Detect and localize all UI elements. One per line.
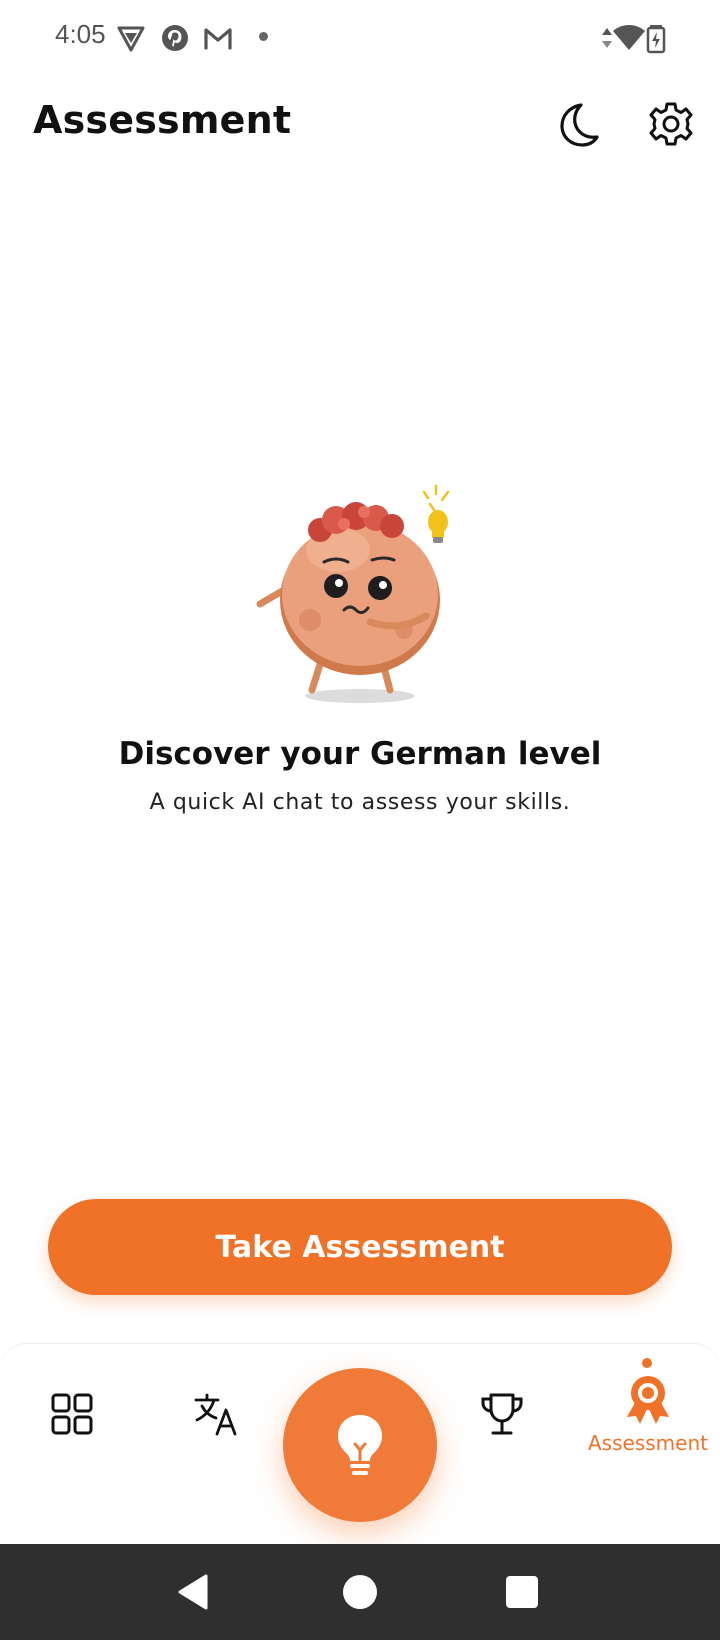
nav-label-assessment: Assessment — [588, 1431, 708, 1455]
lightbulb-icon — [338, 1415, 382, 1475]
wifi-icon — [613, 25, 645, 50]
gmail-icon — [204, 28, 232, 50]
battery-charging-icon — [646, 25, 666, 54]
back-icon[interactable] — [174, 1572, 214, 1612]
notification-dot-icon — [259, 32, 268, 41]
page-title: Assessment — [33, 98, 292, 142]
dark-mode-button[interactable] — [548, 96, 604, 152]
app-bar: Assessment — [0, 76, 720, 172]
vpn-shield-icon — [117, 26, 145, 52]
moon-icon — [560, 103, 599, 147]
settings-button[interactable] — [643, 96, 699, 152]
headline: Discover your German level — [118, 736, 602, 772]
status-bar: 4:05 — [0, 0, 720, 76]
pinterest-icon — [162, 25, 188, 51]
grid-icon — [51, 1393, 93, 1435]
nav-item-home[interactable] — [32, 1344, 112, 1484]
mascot-thinking-icon — [256, 484, 450, 703]
translate-icon — [194, 1393, 237, 1436]
nav-item-learn[interactable] — [283, 1368, 437, 1522]
nav-item-translate[interactable] — [176, 1344, 256, 1484]
recents-icon[interactable] — [502, 1572, 542, 1612]
award-badge-icon — [627, 1376, 669, 1424]
nav-item-achievements[interactable] — [462, 1344, 542, 1484]
gear-icon — [649, 102, 693, 146]
bottom-nav: Assessment — [0, 1343, 720, 1543]
home-icon[interactable] — [340, 1572, 380, 1612]
subtitle: A quick AI chat to assess your skills. — [149, 790, 571, 815]
system-nav-bar — [0, 1544, 720, 1640]
status-time: 4:05 — [55, 19, 106, 49]
nav-item-assessment[interactable]: Assessment — [580, 1344, 716, 1484]
trophy-icon — [481, 1393, 523, 1435]
take-assessment-button[interactable]: Take Assessment — [48, 1199, 672, 1295]
